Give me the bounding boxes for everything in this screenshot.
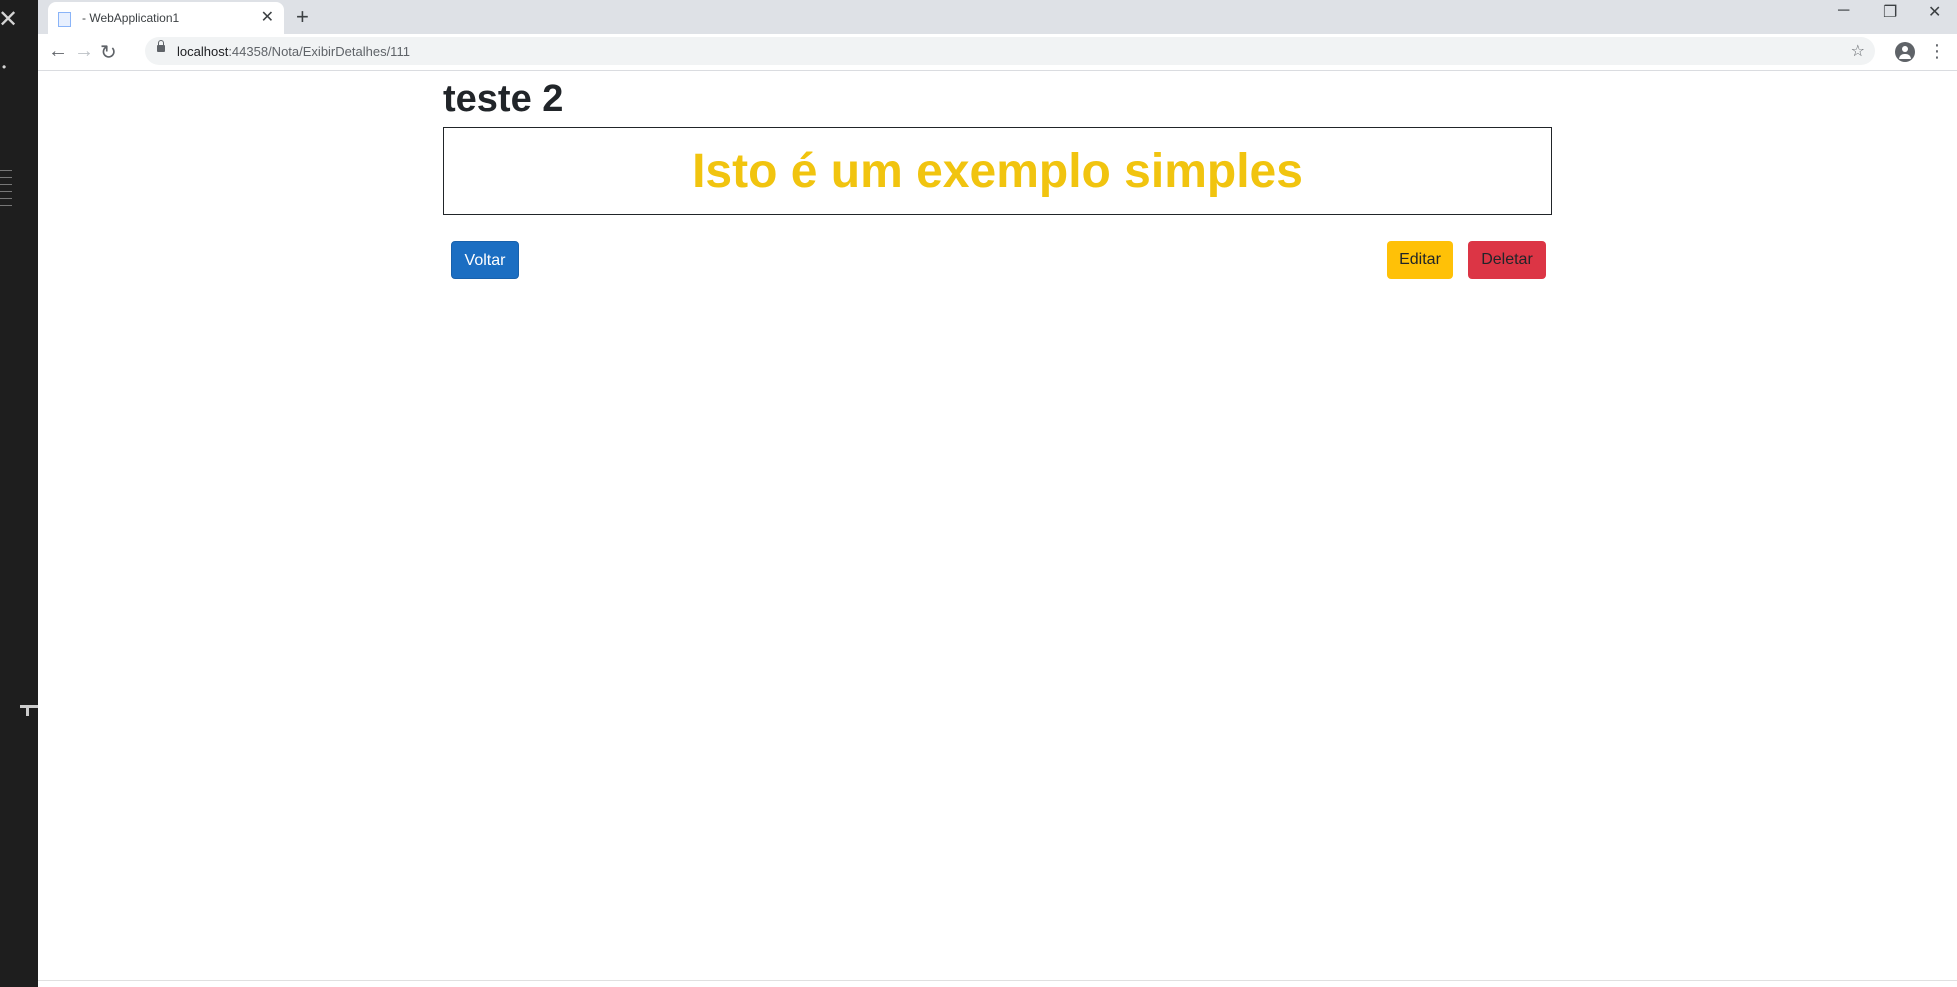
reload-button[interactable]: ↻	[100, 40, 117, 65]
browser-menu-icon[interactable]: ⋮	[1928, 41, 1946, 62]
forward-button[interactable]: →	[74, 40, 94, 63]
back-button-page[interactable]: Voltar	[451, 241, 519, 279]
restore-button[interactable]: ❐	[1883, 2, 1897, 22]
profile-avatar-icon[interactable]	[1895, 42, 1915, 62]
minimize-button[interactable]: ─	[1838, 2, 1849, 20]
close-window-button[interactable]: ✕	[1928, 2, 1941, 22]
close-icon: ✕	[0, 6, 19, 33]
dots-icon: •	[2, 60, 7, 74]
tab-title: - WebApplication1	[82, 11, 180, 25]
tab-close-icon[interactable]: ✕	[261, 7, 274, 27]
tab-strip: - WebApplication1 ✕ + ─ ❐ ✕	[38, 0, 1957, 34]
browser-tab[interactable]: - WebApplication1 ✕	[48, 2, 284, 34]
page-title: teste 2	[443, 78, 564, 120]
note-text: Isto é um exemplo simples	[692, 144, 1303, 198]
note-box: Isto é um exemplo simples	[443, 127, 1552, 215]
background-window: ✕ •	[0, 0, 38, 987]
page-favicon-icon	[58, 12, 71, 27]
minimap	[0, 170, 12, 240]
page-content: teste 2 Isto é um exemplo simples Voltar…	[38, 71, 1957, 980]
edit-button[interactable]: Editar	[1387, 241, 1453, 279]
browser-toolbar: ← → ↻ localhost:44358/Nota/ExibirDetalhe…	[38, 34, 1957, 71]
bookmark-star-icon[interactable]: ☆	[1851, 41, 1865, 61]
new-tab-button[interactable]: +	[296, 4, 309, 30]
delete-button[interactable]: Deletar	[1468, 241, 1546, 279]
lock-icon[interactable]	[157, 40, 165, 52]
address-bar[interactable]: localhost:44358/Nota/ExibirDetalhes/111 …	[145, 37, 1875, 65]
url-text: localhost:44358/Nota/ExibirDetalhes/111	[177, 44, 410, 59]
divider	[38, 980, 1957, 981]
pin-icon	[20, 705, 38, 720]
browser-window: - WebApplication1 ✕ + ─ ❐ ✕ ← → ↻ localh…	[38, 0, 1957, 987]
back-button[interactable]: ←	[48, 40, 68, 63]
